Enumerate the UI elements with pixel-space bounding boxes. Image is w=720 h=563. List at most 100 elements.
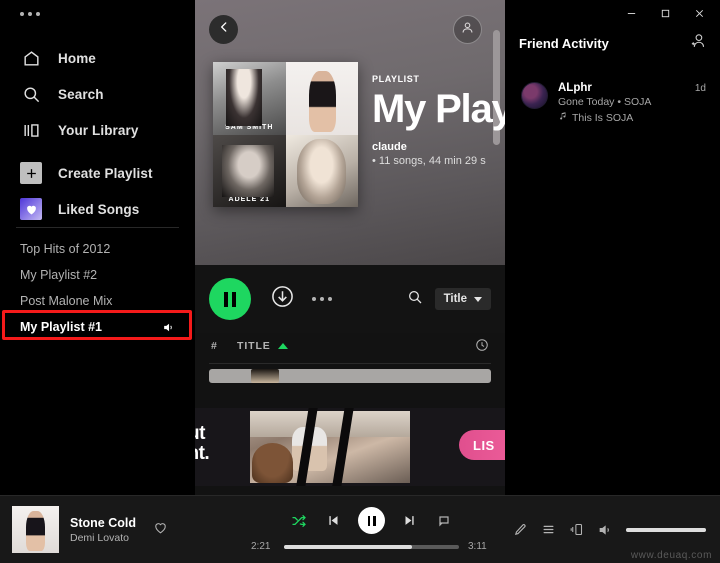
search-icon[interactable] xyxy=(407,289,423,310)
sidebar-item-home[interactable]: Home xyxy=(0,40,195,76)
friend-name: ALphr xyxy=(558,82,592,94)
page-title: My Playlist #1 xyxy=(372,87,505,131)
sidebar-playlists: Top Hits of 2012 My Playlist #2 Post Mal… xyxy=(0,236,195,340)
playlist-meta: PLAYLIST My Playlist #1 claude • 11 song… xyxy=(372,62,505,207)
playlist-label: My Playlist #2 xyxy=(20,268,98,282)
playlist-label: Post Malone Mix xyxy=(20,294,113,308)
queue-icon[interactable] xyxy=(541,522,556,537)
sidebar-item-label: Search xyxy=(58,86,104,102)
chevron-left-icon xyxy=(217,20,231,39)
hero-body: SAM SMITH ADELE 21 PLAYLIST My Playlist … xyxy=(195,62,505,207)
create-playlist-label: Create Playlist xyxy=(58,165,153,181)
ad-headline-line2: ment. xyxy=(195,443,210,464)
back-button[interactable] xyxy=(209,15,238,44)
watermark: www.deuaq.com xyxy=(630,550,712,561)
playlist-type-label: PLAYLIST xyxy=(372,74,420,84)
friend-context: This Is SOJA xyxy=(558,111,685,124)
column-title-label: TITLE xyxy=(237,340,271,352)
friend-activity-title: Friend Activity xyxy=(519,35,609,51)
ad-image-sky xyxy=(250,411,410,437)
maximize-button[interactable] xyxy=(648,1,682,25)
sidebar-playlist-post-malone-mix[interactable]: Post Malone Mix xyxy=(0,288,195,314)
friend-activity-body: ALphr Gone Today • SOJA This Is SOJA xyxy=(558,82,685,124)
album-art-adele-25 xyxy=(285,134,358,207)
total-time: 3:11 xyxy=(468,541,487,552)
close-button[interactable] xyxy=(682,1,716,25)
ad-banner[interactable]: g but ment. LIS xyxy=(195,408,505,486)
sidebar-item-your-library[interactable]: Your Library xyxy=(0,112,195,148)
devices-icon[interactable] xyxy=(569,522,584,537)
progress-bar-fill xyxy=(284,544,412,549)
speaker-playing-icon xyxy=(162,321,175,334)
liked-songs-button[interactable]: Liked Songs xyxy=(0,191,195,227)
playlist-owner: claude xyxy=(372,141,407,153)
playlist-label: My Playlist #1 xyxy=(20,320,102,334)
main-content: SAM SMITH ADELE 21 PLAYLIST My Playlist … xyxy=(195,0,505,495)
skip-next-icon[interactable] xyxy=(403,513,418,528)
progress-bar[interactable] xyxy=(284,544,459,549)
ad-image xyxy=(250,408,410,486)
repeat-icon[interactable] xyxy=(436,513,452,529)
album-art-label: ADELE 21 xyxy=(228,196,270,203)
now-playing-meta: Stone Cold Demi Lovato xyxy=(70,516,136,544)
list-item[interactable]: ALphr Gone Today • SOJA This Is SOJA 1d xyxy=(505,54,720,124)
more-horizontal-icon[interactable] xyxy=(20,12,40,16)
player-right-controls xyxy=(513,522,720,538)
sidebar-item-label: Your Library xyxy=(58,122,139,138)
chevron-down-icon xyxy=(474,296,482,302)
microphone-icon[interactable] xyxy=(513,522,528,537)
volume-slider[interactable] xyxy=(626,527,706,532)
add-user-icon[interactable] xyxy=(689,32,706,54)
heart-icon xyxy=(20,198,42,220)
sidebar-divider xyxy=(16,227,179,228)
playlist-hero: SAM SMITH ADELE 21 PLAYLIST My Playlist … xyxy=(195,0,505,265)
ad-listen-button[interactable]: LIS xyxy=(459,430,505,460)
friend-track: Gone Today • SOJA xyxy=(558,96,652,108)
sidebar-playlist-my-playlist-1[interactable]: My Playlist #1 xyxy=(0,314,195,340)
column-title[interactable]: TITLE xyxy=(237,340,288,352)
sidebar-playlist-my-playlist-2[interactable]: My Playlist #2 xyxy=(0,262,195,288)
skip-previous-icon[interactable] xyxy=(325,513,340,528)
now-playing-artwork xyxy=(12,506,59,553)
play-playlist-button[interactable] xyxy=(209,278,251,320)
friend-activity-header: Friend Activity xyxy=(505,26,720,54)
playlist-controls: Title xyxy=(195,265,505,333)
triangle-up-icon xyxy=(277,343,288,349)
now-playing: Stone Cold Demi Lovato xyxy=(0,506,230,553)
playlist-more-icon[interactable] xyxy=(312,297,332,301)
avatar xyxy=(521,82,548,109)
sidebar: Home Search Your Library Create Playlist… xyxy=(0,0,195,495)
plus-icon xyxy=(20,162,42,184)
account-button[interactable] xyxy=(453,15,482,44)
minimize-button[interactable] xyxy=(614,1,648,25)
now-playing-title: Stone Cold xyxy=(70,515,136,530)
friend-context-label: This Is SOJA xyxy=(572,111,634,124)
friend-activity-panel: Friend Activity ALphr Gone Today • SOJA xyxy=(505,0,720,495)
ad-image-person xyxy=(251,442,294,483)
table-row[interactable] xyxy=(209,369,491,383)
playlist-cover-mosaic: SAM SMITH ADELE 21 xyxy=(213,62,358,207)
progress-row: 2:21 3:11 xyxy=(251,541,492,552)
create-playlist-button[interactable]: Create Playlist xyxy=(0,155,195,191)
playlist-stats: • 11 songs, 44 min 29 s xyxy=(372,155,486,167)
album-art-label: SAM SMITH xyxy=(225,123,274,131)
ad-headline: g but ment. xyxy=(195,423,210,464)
liked-songs-label: Liked Songs xyxy=(58,201,140,217)
friend-timestamp: 1d xyxy=(694,83,706,94)
track-header-divider xyxy=(209,363,491,364)
sort-label: Title xyxy=(443,293,467,305)
volume-icon[interactable] xyxy=(597,522,613,538)
play-pause-button[interactable] xyxy=(358,507,385,534)
volume-slider-fill xyxy=(626,527,706,532)
sort-dropdown[interactable]: Title xyxy=(434,288,491,310)
search-icon xyxy=(20,83,42,105)
download-circle-icon[interactable] xyxy=(271,285,294,313)
sidebar-playlist-top-hits-of-2012[interactable]: Top Hits of 2012 xyxy=(0,236,195,262)
sidebar-item-search[interactable]: Search xyxy=(0,76,195,112)
hero-topbar xyxy=(195,10,505,50)
window-controls xyxy=(505,0,720,26)
playlist-label: Top Hits of 2012 xyxy=(20,242,111,256)
ad-headline-line1: g but xyxy=(195,423,205,444)
shuffle-icon[interactable] xyxy=(291,513,307,529)
heart-outline-icon[interactable] xyxy=(153,520,168,540)
